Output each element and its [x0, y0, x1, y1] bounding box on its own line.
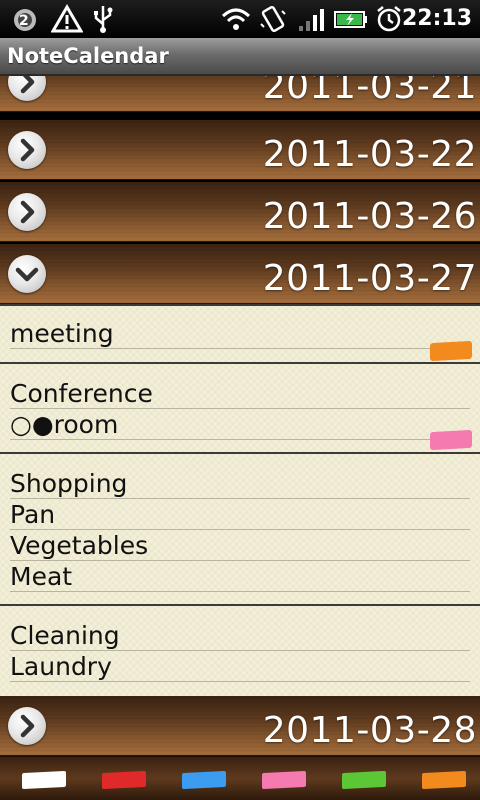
color-swatch-red[interactable] — [102, 770, 146, 790]
clock-time: 22:13 — [401, 6, 472, 31]
date-label: 2011-03-22 — [262, 134, 477, 175]
note-line: Laundry — [10, 651, 470, 682]
color-swatch-white[interactable] — [22, 770, 66, 790]
app-title: NoteCalendar — [7, 44, 169, 68]
date-label: 2011-03-21 — [262, 76, 477, 107]
date-row[interactable]: 2011-03-26 — [0, 182, 480, 242]
chevron-right-icon[interactable] — [8, 707, 46, 745]
title-bar: NoteCalendar — [0, 38, 480, 76]
date-label: 2011-03-27 — [262, 258, 477, 299]
usb-icon — [90, 4, 116, 34]
date-label: 2011-03-28 — [262, 710, 477, 751]
color-swatch-green[interactable] — [342, 770, 386, 790]
date-row[interactable]: 2011-03-21 — [0, 76, 480, 112]
vibrate-icon — [258, 4, 288, 34]
color-tag — [430, 429, 472, 451]
note-calendar-list[interactable]: 2011-03-21 2011-03-22 2011-03-26 2011-03… — [0, 76, 480, 756]
note-item[interactable]: meeting — [0, 304, 480, 364]
note-line: Conference — [10, 378, 470, 409]
date-row[interactable]: 2011-03-22 — [0, 120, 480, 180]
svg-text:2: 2 — [19, 13, 29, 29]
signal-icon — [296, 4, 326, 34]
app-notification-icon: 2 — [8, 4, 42, 34]
color-tag — [430, 340, 472, 362]
chevron-right-icon[interactable] — [8, 76, 46, 101]
note-line: Cleaning — [10, 620, 470, 651]
note-line: Shopping — [10, 468, 470, 499]
note-line: Meat — [10, 561, 470, 592]
note-item[interactable]: Conference ○●room — [0, 362, 480, 454]
date-row-expanded[interactable]: 2011-03-27 — [0, 244, 480, 304]
date-row[interactable]: 2011-03-28 — [0, 696, 480, 756]
color-swatch-orange[interactable] — [422, 770, 466, 790]
warning-icon — [50, 4, 84, 34]
chevron-right-icon[interactable] — [8, 193, 46, 231]
note-line: ○●room — [10, 409, 470, 440]
date-label: 2011-03-26 — [262, 196, 477, 237]
chevron-down-icon[interactable] — [8, 255, 46, 293]
note-line: meeting — [10, 318, 470, 349]
wifi-icon — [220, 4, 252, 34]
color-swatch-pink[interactable] — [262, 770, 306, 790]
status-bar: 2 22:13 — [0, 0, 480, 38]
note-line: Pan — [10, 499, 470, 530]
color-swatch-blue[interactable] — [182, 770, 226, 790]
color-palette-bar — [0, 756, 480, 800]
alarm-icon — [374, 4, 404, 34]
chevron-right-icon[interactable] — [8, 131, 46, 169]
note-item[interactable]: Cleaning Laundry — [0, 604, 480, 696]
note-item[interactable]: Shopping Pan Vegetables Meat — [0, 452, 480, 606]
battery-icon — [332, 4, 370, 34]
note-line: Vegetables — [10, 530, 470, 561]
